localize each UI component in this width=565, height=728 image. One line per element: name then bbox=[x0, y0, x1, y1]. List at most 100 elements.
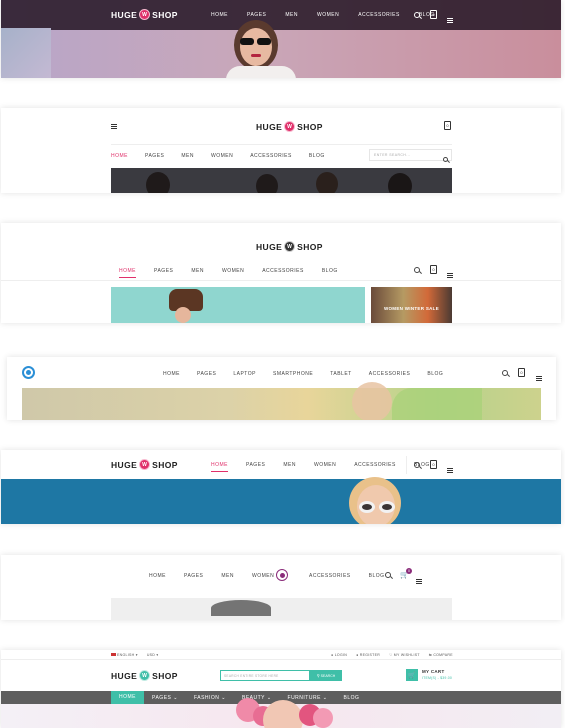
nav-item-blog[interactable]: BLOG bbox=[427, 371, 443, 377]
nav-item-home[interactable]: HOME bbox=[211, 12, 228, 18]
cart-icon[interactable]: 0 bbox=[444, 121, 451, 130]
chevron-down-icon: ⌄ bbox=[173, 694, 178, 701]
menu-icon[interactable] bbox=[447, 18, 453, 23]
logo[interactable]: HUGE W SHOP bbox=[256, 121, 323, 132]
nav-item-home[interactable]: HOME bbox=[163, 371, 180, 377]
cart-icon[interactable]: 🛒 bbox=[406, 669, 418, 681]
search-input[interactable]: SEARCH ENTIRE STORE HERE bbox=[220, 670, 310, 681]
main-nav: HOME PAGES MEN WOMEN ACCESSORIES BLOG bbox=[119, 268, 338, 278]
nav-item-tablet[interactable]: TABLET bbox=[330, 371, 352, 377]
topbar bbox=[1, 650, 561, 660]
hero-left-tint bbox=[1, 28, 51, 78]
nav-item-blog[interactable]: BLOG bbox=[369, 573, 385, 579]
search-icon[interactable] bbox=[414, 462, 420, 468]
compare-link[interactable]: ⇆ COMPARE bbox=[429, 653, 453, 657]
divider bbox=[1, 280, 561, 281]
divider bbox=[111, 144, 452, 145]
nav-item-women[interactable]: WOMEN bbox=[222, 268, 244, 278]
logo[interactable]: HUGE W SHOP bbox=[256, 241, 323, 252]
logo[interactable] bbox=[276, 569, 288, 581]
nav-item-laptop[interactable]: LAPTOP bbox=[233, 371, 256, 377]
currency-select[interactable]: USD ▾ bbox=[147, 653, 159, 657]
search-icon[interactable] bbox=[414, 267, 420, 273]
nav-item-home[interactable]: HOME bbox=[149, 573, 166, 579]
nav-item-home[interactable]: HOME bbox=[111, 691, 144, 704]
cart-icon[interactable]: 0 bbox=[518, 368, 525, 377]
search-icon[interactable] bbox=[385, 572, 391, 578]
register-link[interactable]: ● REGISTER bbox=[356, 653, 380, 657]
menu-icon[interactable] bbox=[111, 124, 117, 129]
nav-item-home[interactable]: HOME bbox=[119, 268, 136, 278]
nav-item-accessories[interactable]: ACCESSORIES bbox=[358, 12, 400, 18]
nav-item-furniture[interactable]: FURNITURE ⌄ bbox=[280, 695, 336, 701]
search-icon[interactable] bbox=[502, 370, 508, 376]
wishlist-label: MY WISHLIST bbox=[393, 653, 420, 657]
cart-icon[interactable]: 0 bbox=[430, 265, 437, 274]
nav-item-pages[interactable]: PAGES bbox=[145, 153, 164, 159]
chevron-down-icon: ⌄ bbox=[221, 694, 226, 701]
search-input[interactable]: ENTER SEARCH... bbox=[369, 149, 452, 161]
nav-item-pages[interactable]: PAGES bbox=[246, 462, 265, 472]
nav-item-accessories[interactable]: ACCESSORIES bbox=[309, 573, 351, 579]
nav-left: HOME PAGES MEN WOMEN bbox=[149, 573, 274, 579]
header-variants-showcase: HUGE W SHOP HOME PAGES MEN WOMEN ACCESSO… bbox=[0, 0, 565, 728]
hero-banner-image bbox=[1, 477, 561, 524]
header-variant-3: HUGE W SHOP HOME PAGES MEN WOMEN ACCESSO… bbox=[1, 223, 561, 323]
nav-item-accessories[interactable]: ACCESSORIES bbox=[369, 371, 411, 377]
logo[interactable]: HUGE W SHOP bbox=[111, 670, 178, 681]
main-nav: HOME PAGES LAPTOP SMARTPHONE TABLET ACCE… bbox=[163, 371, 443, 377]
nav-item-women[interactable]: WOMEN bbox=[252, 573, 274, 579]
nav-item-women[interactable]: WOMEN bbox=[317, 12, 339, 18]
menu-icon[interactable] bbox=[447, 273, 453, 278]
nav-item-pages-label: PAGES bbox=[152, 694, 172, 701]
logo-text-right: SHOP bbox=[152, 670, 178, 681]
logo[interactable]: HUGE W SHOP bbox=[111, 9, 178, 20]
cart-icon[interactable]: 0 bbox=[430, 460, 437, 469]
search-button[interactable]: ⚲ SEARCH bbox=[310, 670, 342, 681]
logo-mark-icon bbox=[279, 572, 285, 578]
menu-icon[interactable] bbox=[447, 468, 453, 473]
nav-item-men[interactable]: MEN bbox=[221, 573, 234, 579]
nav-item-women[interactable]: WOMEN bbox=[211, 153, 233, 159]
hero-woman-image bbox=[216, 18, 306, 78]
promo-banner[interactable]: WOMEN WINTER SALE bbox=[371, 287, 452, 323]
nav-item-blog[interactable]: BLOG bbox=[309, 153, 325, 159]
chevron-down-icon: ⌄ bbox=[322, 694, 328, 701]
nav-item-women[interactable]: WOMEN bbox=[314, 462, 336, 472]
search-icon[interactable] bbox=[414, 12, 420, 18]
nav-item-pages[interactable]: PAGES ⌄ bbox=[144, 695, 186, 701]
cart-icon[interactable]: 0 bbox=[430, 10, 437, 19]
cart-label[interactable]: MY CART bbox=[422, 669, 445, 674]
language-select[interactable]: ENGLISH ▾ bbox=[111, 653, 138, 657]
login-link[interactable]: ● LOGIN bbox=[331, 653, 347, 657]
topbar-left: ENGLISH ▾ USD ▾ bbox=[111, 653, 158, 657]
nav-item-men[interactable]: MEN bbox=[181, 153, 194, 159]
nav-item-men[interactable]: MEN bbox=[285, 12, 298, 18]
nav-item-fashion[interactable]: FASHION ⌄ bbox=[186, 695, 234, 701]
menu-icon[interactable] bbox=[536, 376, 542, 381]
nav-item-blog[interactable]: BLOG bbox=[322, 268, 338, 278]
search-icon[interactable] bbox=[443, 157, 448, 162]
flag-icon bbox=[111, 653, 116, 656]
search-placeholder: SEARCH ENTIRE STORE HERE bbox=[224, 673, 279, 678]
nav-item-home[interactable]: HOME bbox=[211, 462, 228, 472]
nav-item-men[interactable]: MEN bbox=[283, 462, 296, 472]
nav-item-accessories[interactable]: ACCESSORIES bbox=[250, 153, 292, 159]
nav-item-home[interactable]: HOME bbox=[111, 153, 128, 159]
nav-item-blog[interactable]: BLOG bbox=[336, 695, 368, 701]
logo[interactable] bbox=[22, 366, 35, 379]
menu-icon[interactable] bbox=[416, 579, 422, 584]
logo-mark-icon bbox=[26, 370, 31, 375]
nav-item-men[interactable]: MEN bbox=[191, 268, 204, 278]
nav-item-pages[interactable]: PAGES bbox=[154, 268, 173, 278]
nav-item-furniture-label: FURNITURE bbox=[287, 694, 321, 701]
logo[interactable]: HUGE W SHOP bbox=[111, 459, 178, 470]
hero-banner-image bbox=[111, 287, 365, 323]
nav-item-pages[interactable]: PAGES bbox=[184, 573, 203, 579]
nav-item-smartphone[interactable]: SMARTPHONE bbox=[273, 371, 313, 377]
wishlist-link[interactable]: ♡ MY WISHLIST bbox=[389, 653, 420, 657]
nav-item-accessories[interactable]: ACCESSORIES bbox=[262, 268, 304, 278]
nav-item-accessories[interactable]: ACCESSORIES bbox=[354, 462, 396, 472]
nav-item-pages[interactable]: PAGES bbox=[247, 12, 266, 18]
nav-item-pages[interactable]: PAGES bbox=[197, 371, 216, 377]
